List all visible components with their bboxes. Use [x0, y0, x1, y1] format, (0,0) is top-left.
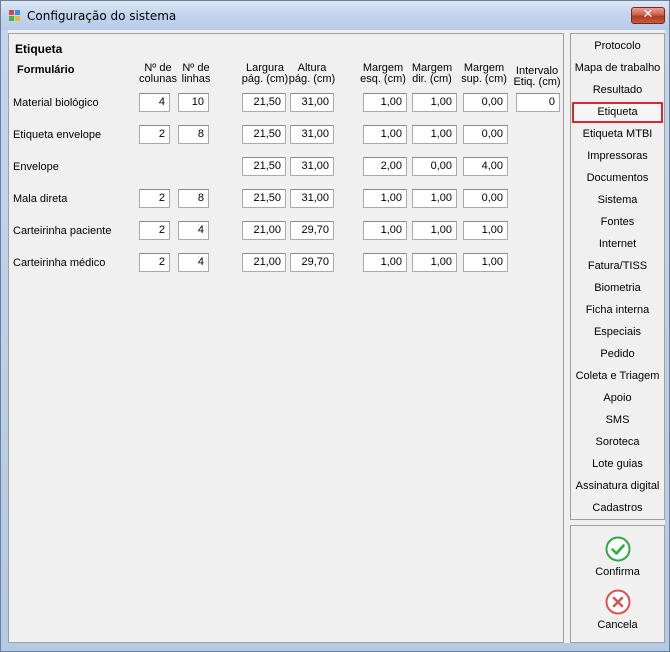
action-panel: Confirma Cancela [570, 525, 665, 643]
width-input[interactable]: 21,50 [242, 125, 286, 144]
row-label-carteirinha-medico: Carteirinha médico [13, 257, 106, 269]
label-settings-panel: Etiqueta Formulário Nº de colunas Nº de li… [8, 33, 564, 643]
confirm-button[interactable]: Confirma [571, 536, 664, 578]
sidebar-item-lote-guias[interactable]: Lote guias [572, 454, 663, 475]
sidebar-item-etiqueta[interactable]: Etiqueta [572, 102, 663, 123]
row-label-carteirinha-paciente: Carteirinha paciente [13, 225, 112, 237]
sidebar-item-impressoras[interactable]: Impressoras [572, 146, 663, 167]
header-height: Altura pág. (cm) [288, 62, 336, 85]
sidebar-item-internet[interactable]: Internet [572, 234, 663, 255]
client-area: Etiqueta Formulário Nº de colunas Nº de li… [8, 30, 665, 643]
width-input[interactable]: 21,50 [242, 93, 286, 112]
check-circle-icon [605, 536, 630, 562]
cols-input[interactable]: 2 [139, 221, 170, 240]
cols-input[interactable]: 2 [139, 125, 170, 144]
lines-input[interactable]: 8 [178, 125, 209, 144]
header-margin-top: Margem sup. (cm) [461, 62, 507, 85]
margin-right-input[interactable]: 1,00 [412, 253, 457, 272]
header-margin-right: Margem dir. (cm) [411, 62, 453, 85]
lines-input[interactable]: 4 [178, 253, 209, 272]
cols-input[interactable]: 4 [139, 93, 170, 112]
confirm-label: Confirma [595, 566, 640, 578]
sidebar-item-ficha-interna[interactable]: Ficha interna [572, 300, 663, 321]
sidebar-item-mapa-de-trabalho[interactable]: Mapa de trabalho [572, 58, 663, 79]
cols-input[interactable]: 2 [139, 253, 170, 272]
sidebar-nav: Protocolo Mapa de trabalho Resultado Eti… [570, 33, 665, 520]
height-input[interactable]: 31,00 [290, 157, 334, 176]
margin-left-input[interactable]: 1,00 [363, 125, 407, 144]
header-columns: Nº de colunas [139, 62, 177, 85]
width-input[interactable]: 21,00 [242, 253, 286, 272]
width-input[interactable]: 21,00 [242, 221, 286, 240]
margin-left-input[interactable]: 1,00 [363, 221, 407, 240]
sidebar-item-sistema[interactable]: Sistema [572, 190, 663, 211]
sidebar-item-soroteca[interactable]: Soroteca [572, 432, 663, 453]
title-bar: Configuração do sistema ✕ [1, 1, 669, 30]
sidebar-item-pedido[interactable]: Pedido [572, 344, 663, 365]
height-input[interactable]: 31,00 [290, 125, 334, 144]
cols-input[interactable]: 2 [139, 189, 170, 208]
config-window: Configuração do sistema ✕ Etiqueta Formu… [0, 0, 670, 652]
sidebar-item-fatura-tiss[interactable]: Fatura/TISS [572, 256, 663, 277]
margin-left-input[interactable]: 2,00 [363, 157, 407, 176]
sidebar-item-biometria[interactable]: Biometria [572, 278, 663, 299]
margin-top-input[interactable]: 4,00 [463, 157, 508, 176]
header-form: Formulário [17, 64, 75, 76]
x-circle-icon [605, 589, 630, 615]
header-lines: Nº de linhas [181, 62, 211, 85]
sidebar-item-cadastros[interactable]: Cadastros [572, 498, 663, 519]
margin-right-input[interactable]: 0,00 [412, 157, 457, 176]
row-label-material-biologico: Material biológico [13, 97, 99, 109]
row-label-mala-direta: Mala direta [13, 193, 68, 205]
app-icon [9, 10, 21, 22]
sidebar-item-protocolo[interactable]: Protocolo [572, 36, 663, 57]
lines-input[interactable]: 8 [178, 189, 209, 208]
sidebar-item-coleta-e-triagem[interactable]: Coleta e Triagem [572, 366, 663, 387]
sidebar-item-especiais[interactable]: Especiais [572, 322, 663, 343]
cancel-button[interactable]: Cancela [571, 589, 664, 631]
height-input[interactable]: 31,00 [290, 93, 334, 112]
row-label-etiqueta-envelope: Etiqueta envelope [13, 129, 102, 141]
close-icon: ✕ [642, 7, 654, 22]
row-label-envelope: Envelope [13, 161, 59, 173]
header-margin-left: Margem esq. (cm) [360, 62, 406, 85]
margin-left-input[interactable]: 1,00 [363, 189, 407, 208]
lines-input[interactable]: 4 [178, 221, 209, 240]
margin-right-input[interactable]: 1,00 [412, 93, 457, 112]
margin-top-input[interactable]: 0,00 [463, 125, 508, 144]
margin-left-input[interactable]: 1,00 [363, 93, 407, 112]
sidebar-item-sms[interactable]: SMS [572, 410, 663, 431]
header-width: Largura pág. (cm) [241, 62, 289, 85]
sidebar-item-resultado[interactable]: Resultado [572, 80, 663, 101]
sidebar: Protocolo Mapa de trabalho Resultado Eti… [570, 33, 665, 643]
sidebar-item-fontes[interactable]: Fontes [572, 212, 663, 233]
width-input[interactable]: 21,50 [242, 157, 286, 176]
cancel-label: Cancela [597, 619, 638, 631]
width-input[interactable]: 21,50 [242, 189, 286, 208]
interval-input[interactable]: 0 [516, 93, 560, 112]
height-input[interactable]: 29,70 [290, 221, 334, 240]
margin-top-input[interactable]: 0,00 [463, 189, 508, 208]
lines-input[interactable]: 10 [178, 93, 209, 112]
margin-right-input[interactable]: 1,00 [412, 125, 457, 144]
margin-left-input[interactable]: 1,00 [363, 253, 407, 272]
margin-top-input[interactable]: 0,00 [463, 93, 508, 112]
sidebar-item-apoio[interactable]: Apoio [572, 388, 663, 409]
margin-top-input[interactable]: 1,00 [463, 221, 508, 240]
height-input[interactable]: 31,00 [290, 189, 334, 208]
close-button[interactable]: ✕ [631, 7, 665, 24]
height-input[interactable]: 29,70 [290, 253, 334, 272]
sidebar-item-documentos[interactable]: Documentos [572, 168, 663, 189]
section-title: Etiqueta [15, 42, 63, 56]
header-interval: Intervalo Etiq. (cm) [513, 65, 561, 88]
sidebar-item-etiqueta-mtbi[interactable]: Etiqueta MTBI [572, 124, 663, 145]
sidebar-item-assinatura-digital[interactable]: Assinatura digital [572, 476, 663, 497]
margin-right-input[interactable]: 1,00 [412, 221, 457, 240]
window-title: Configuração do sistema [27, 9, 177, 23]
margin-right-input[interactable]: 1,00 [412, 189, 457, 208]
margin-top-input[interactable]: 1,00 [463, 253, 508, 272]
